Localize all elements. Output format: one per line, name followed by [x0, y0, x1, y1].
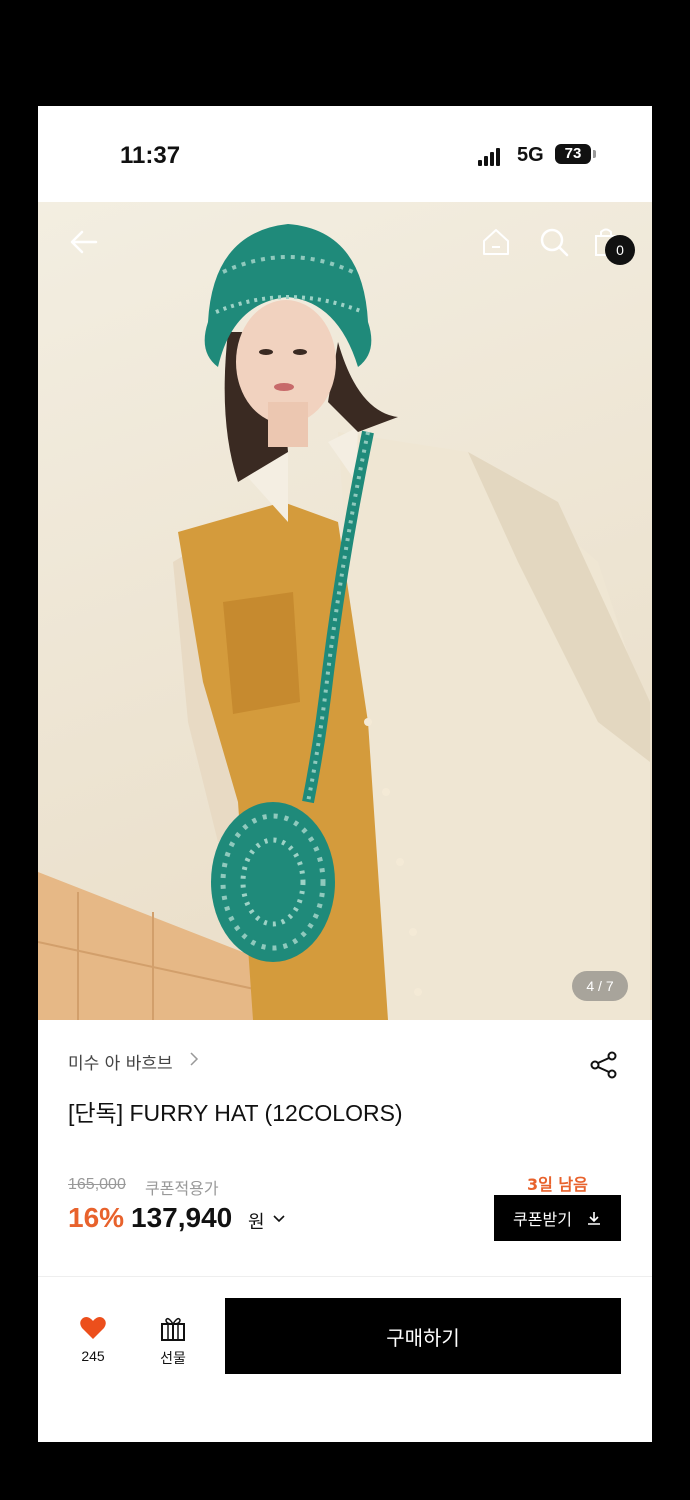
section-divider [38, 1276, 652, 1277]
original-price: 165,000 [68, 1176, 126, 1193]
product-image[interactable] [38, 202, 652, 1020]
back-arrow-icon[interactable] [68, 226, 100, 258]
get-coupon-label: 쿠폰받기 [513, 1210, 572, 1229]
get-coupon-button[interactable]: 쿠폰받기 [494, 1195, 621, 1241]
battery-icon: 73 [555, 144, 596, 164]
gift-label: 선물 [160, 1351, 186, 1367]
discount-rate: 16% [68, 1202, 125, 1233]
status-time: 11:37 [120, 142, 181, 169]
cart-count-badge: 0 [605, 235, 635, 265]
sale-price: 137,940 [131, 1202, 233, 1233]
gallery-page-indicator: 4 / 7 [572, 971, 628, 1001]
currency-label[interactable]: 원 [248, 1208, 265, 1234]
chevron-down-icon[interactable] [272, 1212, 286, 1226]
network-label: 5G [517, 144, 544, 166]
status-bar: 11:37 5G 73 [38, 106, 652, 202]
product-title: [단독] FURRY HAT (12COLORS) [68, 1100, 403, 1126]
heart-icon [80, 1317, 106, 1339]
app-screen: 11:37 5G 73 0 4 / 7 미수 아 바흐브 [단독] FURRY … [38, 106, 652, 1442]
brand-link[interactable]: 미수 아 바흐브 [68, 1049, 173, 1074]
chevron-right-icon[interactable] [188, 1050, 200, 1068]
coupon-price-label: 쿠폰적용가 [145, 1179, 219, 1198]
gift-icon [161, 1317, 185, 1341]
download-icon [587, 1212, 600, 1225]
buy-button[interactable]: 구매하기 [225, 1298, 621, 1374]
coupon-days-left: 3일 남음 [527, 1175, 588, 1194]
search-icon[interactable] [538, 226, 570, 258]
product-photo [38, 224, 650, 1020]
share-icon[interactable] [589, 1050, 619, 1080]
signal-icon [478, 148, 504, 166]
like-count: 245 [81, 1348, 105, 1364]
home-icon[interactable] [480, 226, 512, 258]
